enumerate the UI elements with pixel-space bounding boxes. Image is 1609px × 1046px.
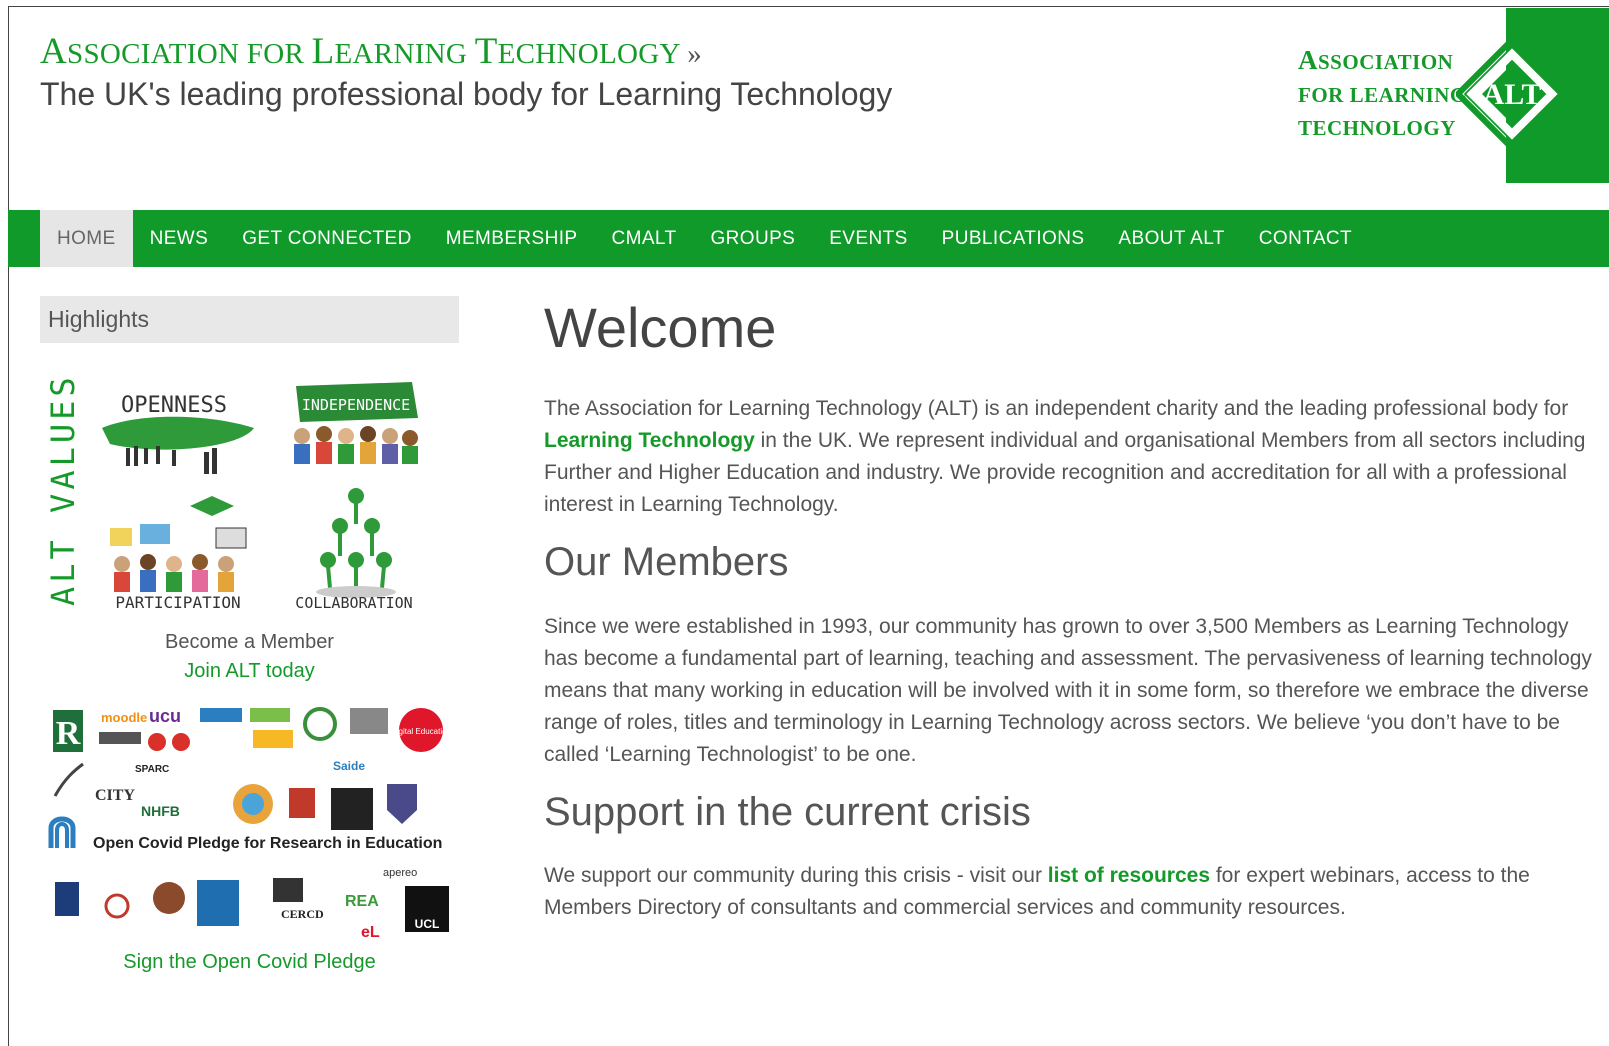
svg-text:SPARC: SPARC [135, 764, 169, 775]
svg-text:OPENNESS: OPENNESS [121, 393, 227, 418]
svg-text:Saide: Saide [333, 759, 365, 773]
nav-item-get-connected[interactable]: GET CONNECTED [225, 210, 429, 267]
svg-text:Digital Education: Digital Education [391, 727, 451, 736]
svg-text:UCL: UCL [415, 917, 440, 931]
sign-pledge-link[interactable]: Sign the Open Covid Pledge [40, 951, 459, 974]
nav-item-cmalt[interactable]: CMALT [595, 210, 694, 267]
nav-item-contact[interactable]: CONTACT [1242, 210, 1369, 267]
logo-mark-text: ALT [1483, 78, 1542, 111]
svg-text:INDEPENDENCE: INDEPENDENCE [302, 396, 410, 414]
learning-technology-link[interactable]: Learning Technology [544, 429, 755, 452]
nav-item-events[interactable]: EVENTS [812, 210, 924, 267]
logo-wordmark: ASSOCIATION FOR LEARNING TECHNOLOGY [1298, 45, 1467, 140]
svg-text:CERCD: CERCD [281, 907, 324, 921]
highlights-heading: Highlights [40, 296, 459, 343]
nav-item-news[interactable]: NEWS [133, 210, 226, 267]
svg-text:COLLABORATION: COLLABORATION [295, 594, 412, 612]
crisis-paragraph: We support our community during this cri… [544, 864, 1530, 919]
pledge-image-text: Open Covid Pledge for Research in Educat… [93, 835, 443, 852]
svg-text:R: R [56, 715, 81, 752]
crisis-heading: Support in the current crisis [544, 790, 1031, 834]
open-covid-pledge-image[interactable]: R moodle ucu Digital Education CITY SPAR… [45, 700, 457, 945]
alt-values-image[interactable]: ALT VALUES OPENNESS INDEPENDENCE PARTICI… [40, 356, 459, 618]
svg-text:eL: eL [361, 924, 380, 941]
svg-text:REA: REA [345, 893, 379, 910]
svg-text:moodle: moodle [101, 710, 147, 725]
members-heading: Our Members [544, 540, 789, 584]
svg-text:PARTICIPATION: PARTICIPATION [115, 593, 240, 612]
main-nav: HOME NEWS GET CONNECTED MEMBERSHIP CMALT GROU… [8, 210, 1609, 267]
svg-text:ucu: ucu [149, 706, 181, 726]
become-member-text: Become a Member [165, 631, 334, 653]
join-alt-link[interactable]: Join ALT today [40, 660, 459, 683]
members-paragraph: Since we were established in 1993, our c… [544, 615, 1592, 766]
svg-text:apereo: apereo [383, 867, 417, 879]
resources-link[interactable]: list of resources [1048, 864, 1210, 887]
nav-item-groups[interactable]: GROUPS [693, 210, 812, 267]
nav-item-publications[interactable]: PUBLICATIONS [925, 210, 1102, 267]
welcome-paragraph: The Association for Learning Technology … [544, 397, 1586, 516]
alt-values-side-text: ALT VALUES [44, 373, 82, 606]
site-tagline: The UK's leading professional body for L… [40, 76, 893, 112]
svg-text:CITY: CITY [95, 787, 135, 804]
main-content: Welcome The Association for Learning Tec… [544, 290, 1604, 919]
alt-logo[interactable]: ASSOCIATION FOR LEARNING TECHNOLOGY ALT [1290, 8, 1609, 183]
nav-item-about-alt[interactable]: ABOUT ALT [1101, 210, 1241, 267]
svg-text:NHFB: NHFB [141, 803, 180, 819]
nav-item-membership[interactable]: MEMBERSHIP [429, 210, 595, 267]
alt-diamond-logo-icon: ALT [1456, 8, 1609, 183]
welcome-heading: Welcome [544, 296, 777, 359]
nav-item-home[interactable]: HOME [40, 210, 133, 267]
site-title[interactable]: ASSOCIATION FOR LEARNING TECHNOLOGY » [40, 30, 702, 73]
title-arrow-icon: » [687, 38, 703, 70]
